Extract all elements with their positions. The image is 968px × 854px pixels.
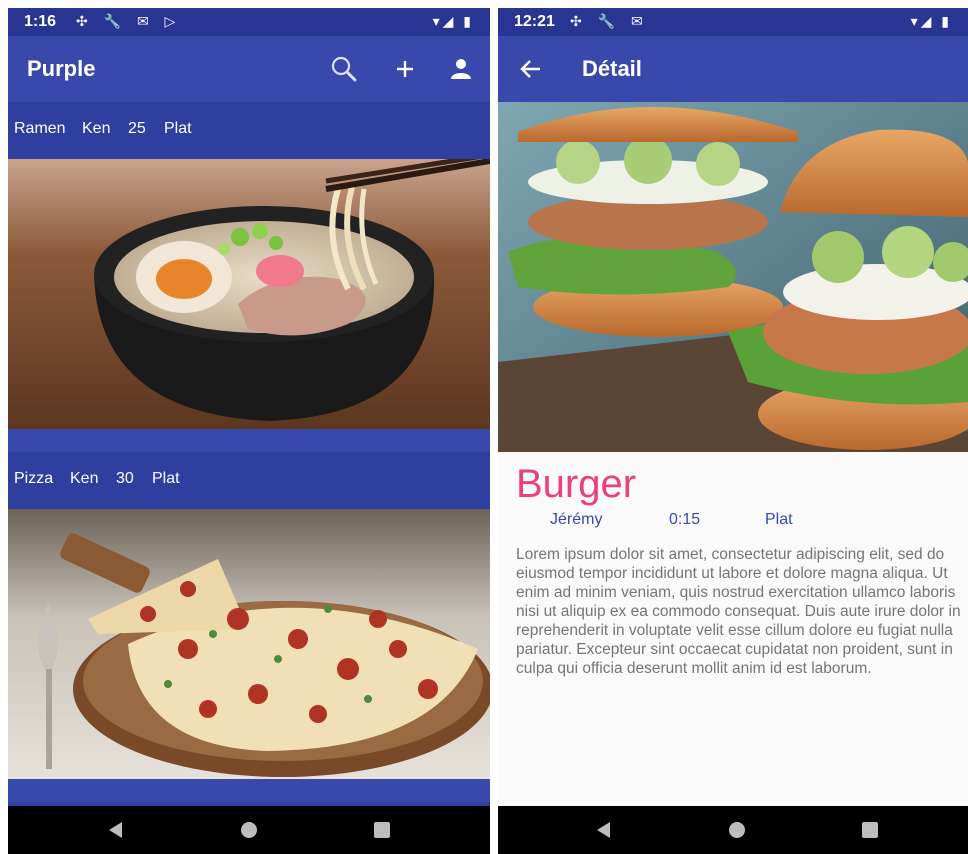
app-bar: Purple	[8, 36, 490, 102]
list-item[interactable]: Pizza Ken 30 Plat	[8, 452, 490, 802]
item-author: Ken	[82, 120, 111, 137]
recents-square-icon[interactable]	[372, 820, 392, 840]
item-time: 30	[116, 470, 134, 487]
notification-icons: ✣ 🔧 ✉ ▷	[76, 13, 182, 29]
status-time: 1:16	[24, 13, 57, 30]
add-icon[interactable]	[390, 54, 420, 84]
item-name: Pizza	[14, 470, 54, 487]
app-title: Détail	[582, 56, 642, 81]
item-meta-row: Ramen Ken 25 Plat	[8, 102, 490, 159]
recipe-description: Lorem ipsum dolor sit amet, consectetur …	[516, 546, 961, 677]
app-bar: Détail	[498, 36, 968, 102]
status-bar: 12:21 ✣ 🔧 ✉ ▾◢ ▮	[498, 8, 968, 36]
notification-icons: ✣ 🔧 ✉	[570, 13, 649, 29]
item-meta-row: Pizza Ken 30 Plat	[8, 452, 490, 509]
recipe-list-screen: 1:16 ✣ 🔧 ✉ ▷ ▾◢ ▮ Purple Ramen Ken 25 Pl…	[8, 8, 490, 854]
back-triangle-icon[interactable]	[106, 820, 126, 840]
signal-battery-icons: ▾◢ ▮	[432, 13, 474, 29]
item-name: Ramen	[14, 120, 66, 137]
back-triangle-icon[interactable]	[594, 820, 614, 840]
item-divider	[8, 779, 490, 802]
item-time: 25	[128, 120, 146, 137]
ramen-image	[8, 159, 490, 429]
item-author: Ken	[70, 470, 99, 487]
recipe-title: Burger	[516, 462, 637, 506]
home-circle-icon[interactable]	[727, 820, 747, 840]
list-item[interactable]: Ramen Ken 25 Plat	[8, 102, 490, 452]
recipe-author: Jérémy	[550, 511, 603, 528]
status-time: 12:21	[514, 13, 555, 30]
recipe-time: 0:15	[669, 511, 701, 528]
account-icon[interactable]	[446, 54, 476, 84]
app-title: Purple	[27, 56, 96, 81]
burger-image	[498, 102, 968, 452]
home-circle-icon[interactable]	[239, 820, 259, 840]
recipe-detail-screen: 12:21 ✣ 🔧 ✉ ▾◢ ▮ Détail Burger Jérémy 0:…	[498, 8, 968, 854]
navigation-bar	[8, 806, 490, 854]
search-icon[interactable]	[329, 54, 359, 84]
signal-battery-icons: ▾◢ ▮	[910, 13, 952, 29]
status-bar: 1:16 ✣ 🔧 ✉ ▷ ▾◢ ▮	[8, 8, 490, 36]
navigation-bar	[498, 806, 968, 854]
back-arrow-icon[interactable]	[516, 54, 546, 84]
pizza-image	[8, 509, 490, 779]
item-divider	[8, 429, 490, 452]
recipe-category: Plat	[765, 511, 793, 528]
item-category: Plat	[152, 470, 180, 487]
item-category: Plat	[164, 120, 192, 137]
recents-square-icon[interactable]	[860, 820, 880, 840]
